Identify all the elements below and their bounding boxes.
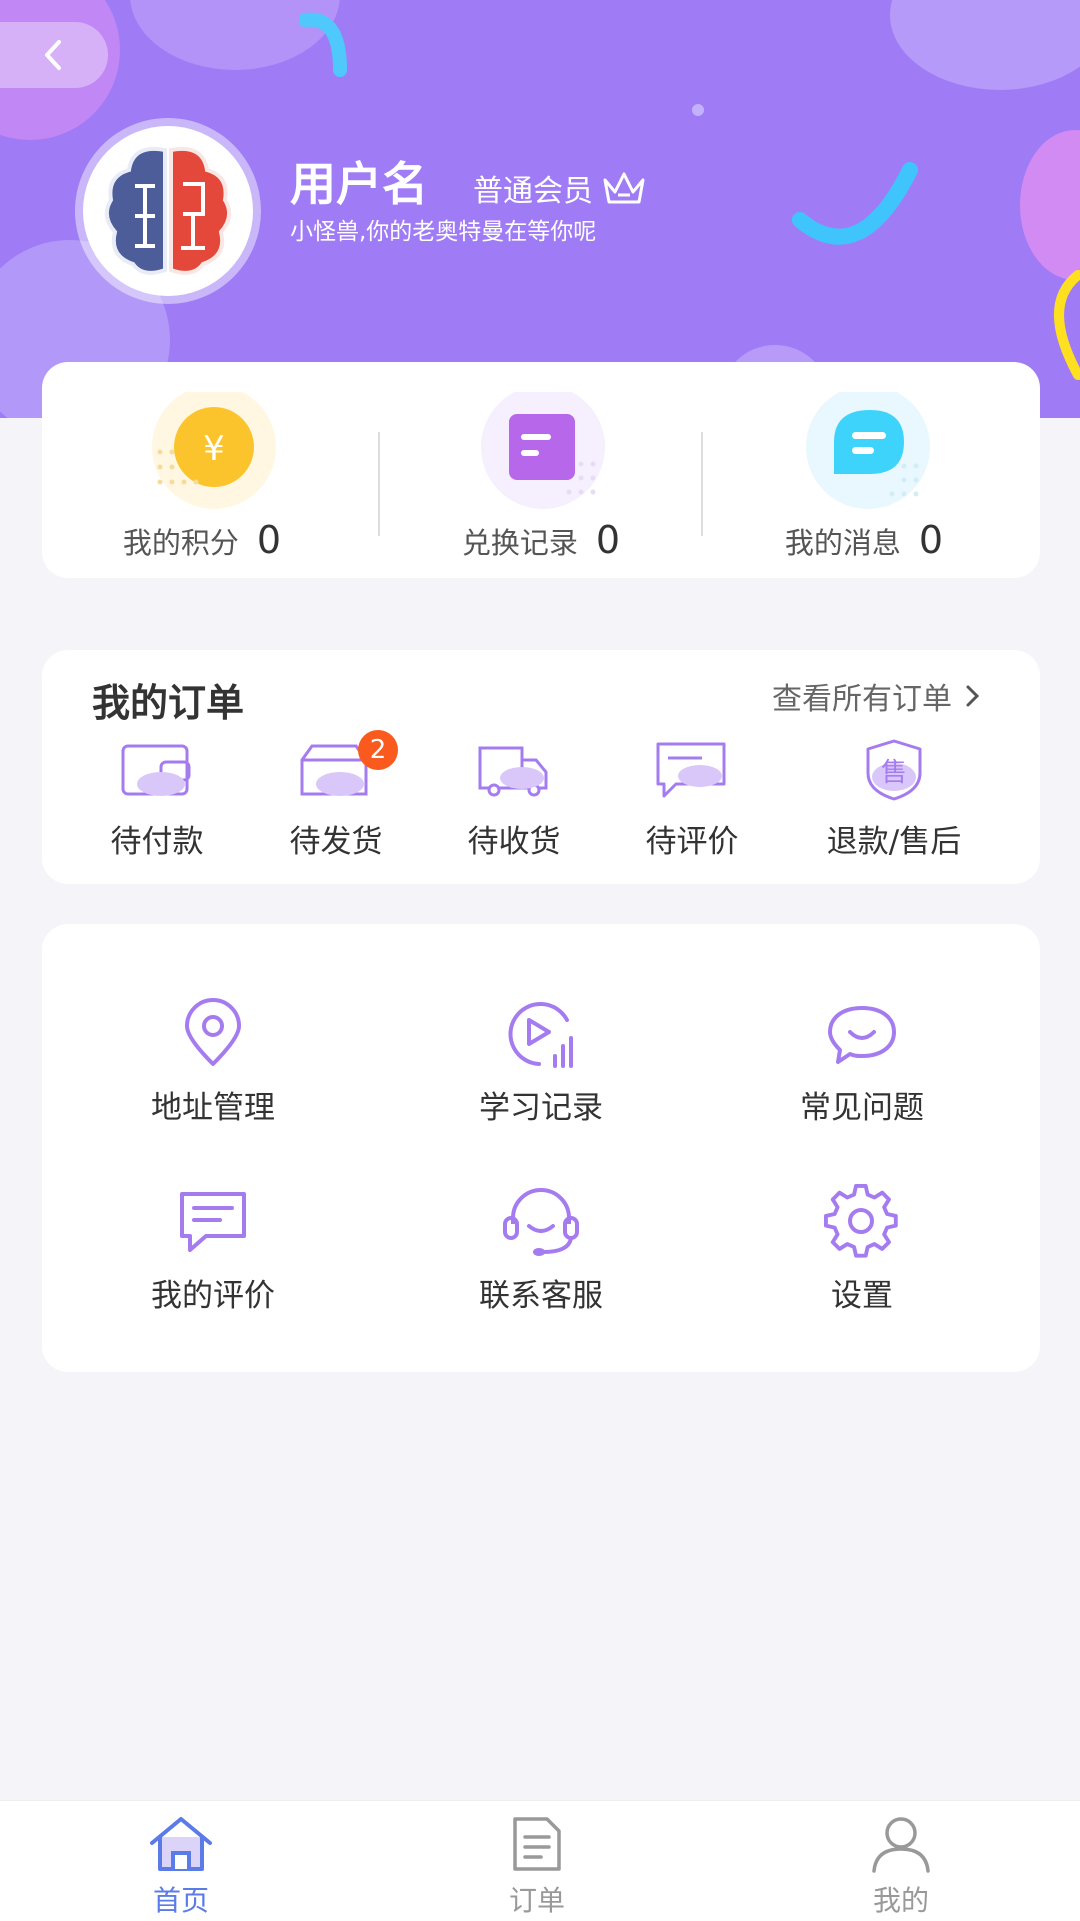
crown-icon: [603, 172, 645, 204]
back-button[interactable]: [0, 22, 108, 88]
order-after-sale[interactable]: 售 退款/售后: [804, 730, 984, 861]
decor-swirl: [792, 162, 918, 245]
faq[interactable]: 常见问题: [742, 994, 982, 1127]
divider: [378, 432, 380, 536]
exchange-value: 0: [595, 518, 621, 562]
exchange-label: 兑换记录 0: [461, 518, 621, 562]
chevron-left-icon: [45, 40, 61, 70]
play-record-icon: [508, 1002, 573, 1068]
tab-mine[interactable]: 我的: [821, 1815, 981, 1919]
bottom-tab-bar: 首页 订单 我的: [0, 1800, 1080, 1921]
decor-dot: [692, 104, 704, 116]
username: 用户名: [290, 157, 428, 211]
wallet-icon: [121, 744, 191, 796]
view-all-orders-label: 查看所有订单: [772, 682, 952, 717]
points-stat[interactable]: ¥ 我的积分 0: [42, 362, 362, 577]
truck-icon: [478, 746, 548, 797]
points-value: 0: [256, 518, 282, 562]
order-pending-receipt-label: 待收货: [467, 824, 561, 860]
tools-card: 地址管理 学习记录 常见问题 我的评价 联系客服 设置: [42, 924, 1040, 1372]
after-sale-shield-icon: 售: [866, 739, 922, 801]
faq-label: 常见问题: [800, 1090, 924, 1126]
tab-home-label: 首页: [152, 1884, 209, 1917]
user-icon: [872, 1817, 930, 1873]
slogan-text: 小怪兽,你的老奥特曼在等你呢: [290, 219, 597, 245]
review-icon: [656, 742, 726, 798]
contact-support-label: 联系客服: [479, 1278, 603, 1314]
avatar-logo-icon: [104, 147, 232, 275]
tab-orders-label: 订单: [508, 1884, 565, 1917]
stats-card: ¥ 我的积分 0 兑换记录 0 我的消息 0: [42, 362, 1040, 578]
order-after-sale-label: 退款/售后: [826, 824, 962, 860]
svg-text:售: 售: [881, 758, 907, 788]
location-pin-icon: [185, 998, 241, 1066]
contact-support[interactable]: 联系客服: [421, 1182, 661, 1315]
decor-ring: [1054, 270, 1080, 380]
message-label: 我的消息 0: [784, 518, 944, 562]
message-stat[interactable]: 我的消息 0: [704, 362, 1024, 577]
svg-text:¥: ¥: [203, 429, 225, 469]
order-pending-shipment[interactable]: 2 待发货: [246, 730, 426, 861]
points-coin-icon: ¥: [142, 385, 276, 509]
order-pending-receipt[interactable]: 待收货: [424, 730, 604, 861]
member-level: 普通会员: [473, 166, 647, 210]
my-reviews[interactable]: 我的评价: [93, 1182, 333, 1315]
tab-mine-label: 我的: [872, 1884, 929, 1917]
settings[interactable]: 设置: [742, 1182, 982, 1315]
order-pending-review[interactable]: 待评价: [602, 730, 782, 861]
points-label: 我的积分 0: [122, 518, 282, 562]
headset-icon: [503, 1188, 579, 1256]
exchange-record-icon: [481, 385, 605, 509]
avatar[interactable]: [75, 118, 261, 304]
message-bubble-icon: [804, 385, 930, 509]
member-level-label: 普通会员: [473, 174, 593, 209]
address-management-label: 地址管理: [151, 1090, 275, 1126]
order-pending-payment-label: 待付款: [110, 824, 204, 860]
order-pending-review-label: 待评价: [645, 824, 739, 860]
tab-home[interactable]: 首页: [101, 1815, 261, 1919]
message-value: 0: [918, 518, 944, 562]
decor-swirl: [300, 12, 347, 77]
decor-blob: [890, 0, 1080, 90]
study-record[interactable]: 学习记录: [421, 994, 661, 1127]
settings-label: 设置: [831, 1278, 893, 1314]
orders-card: 我的订单 查看所有订单 待付款 2 待发货 待收货 待评价 售 退款/售后: [42, 650, 1040, 884]
gear-icon: [824, 1184, 898, 1258]
chevron-right-icon: [966, 685, 980, 707]
home-icon: [150, 1817, 212, 1871]
document-icon: [513, 1817, 561, 1871]
decor-blob: [1020, 130, 1080, 280]
view-all-orders-link[interactable]: 查看所有订单: [772, 674, 982, 718]
profile-header: 用户名 普通会员 小怪兽,你的老奥特曼在等你呢: [0, 0, 1080, 418]
order-pending-shipment-label: 待发货: [289, 824, 383, 860]
exchange-stat[interactable]: 兑换记录 0: [381, 362, 701, 577]
study-record-label: 学习记录: [479, 1090, 603, 1126]
divider: [701, 432, 703, 536]
address-management[interactable]: 地址管理: [93, 994, 333, 1127]
orders-title: 我的订单: [92, 681, 245, 725]
tab-orders[interactable]: 订单: [457, 1815, 617, 1919]
order-badge: 2: [358, 730, 398, 770]
comment-icon: [180, 1192, 246, 1252]
my-reviews-label: 我的评价: [151, 1278, 275, 1314]
faq-smile-icon: [828, 1006, 896, 1064]
order-pending-payment[interactable]: 待付款: [67, 730, 247, 861]
